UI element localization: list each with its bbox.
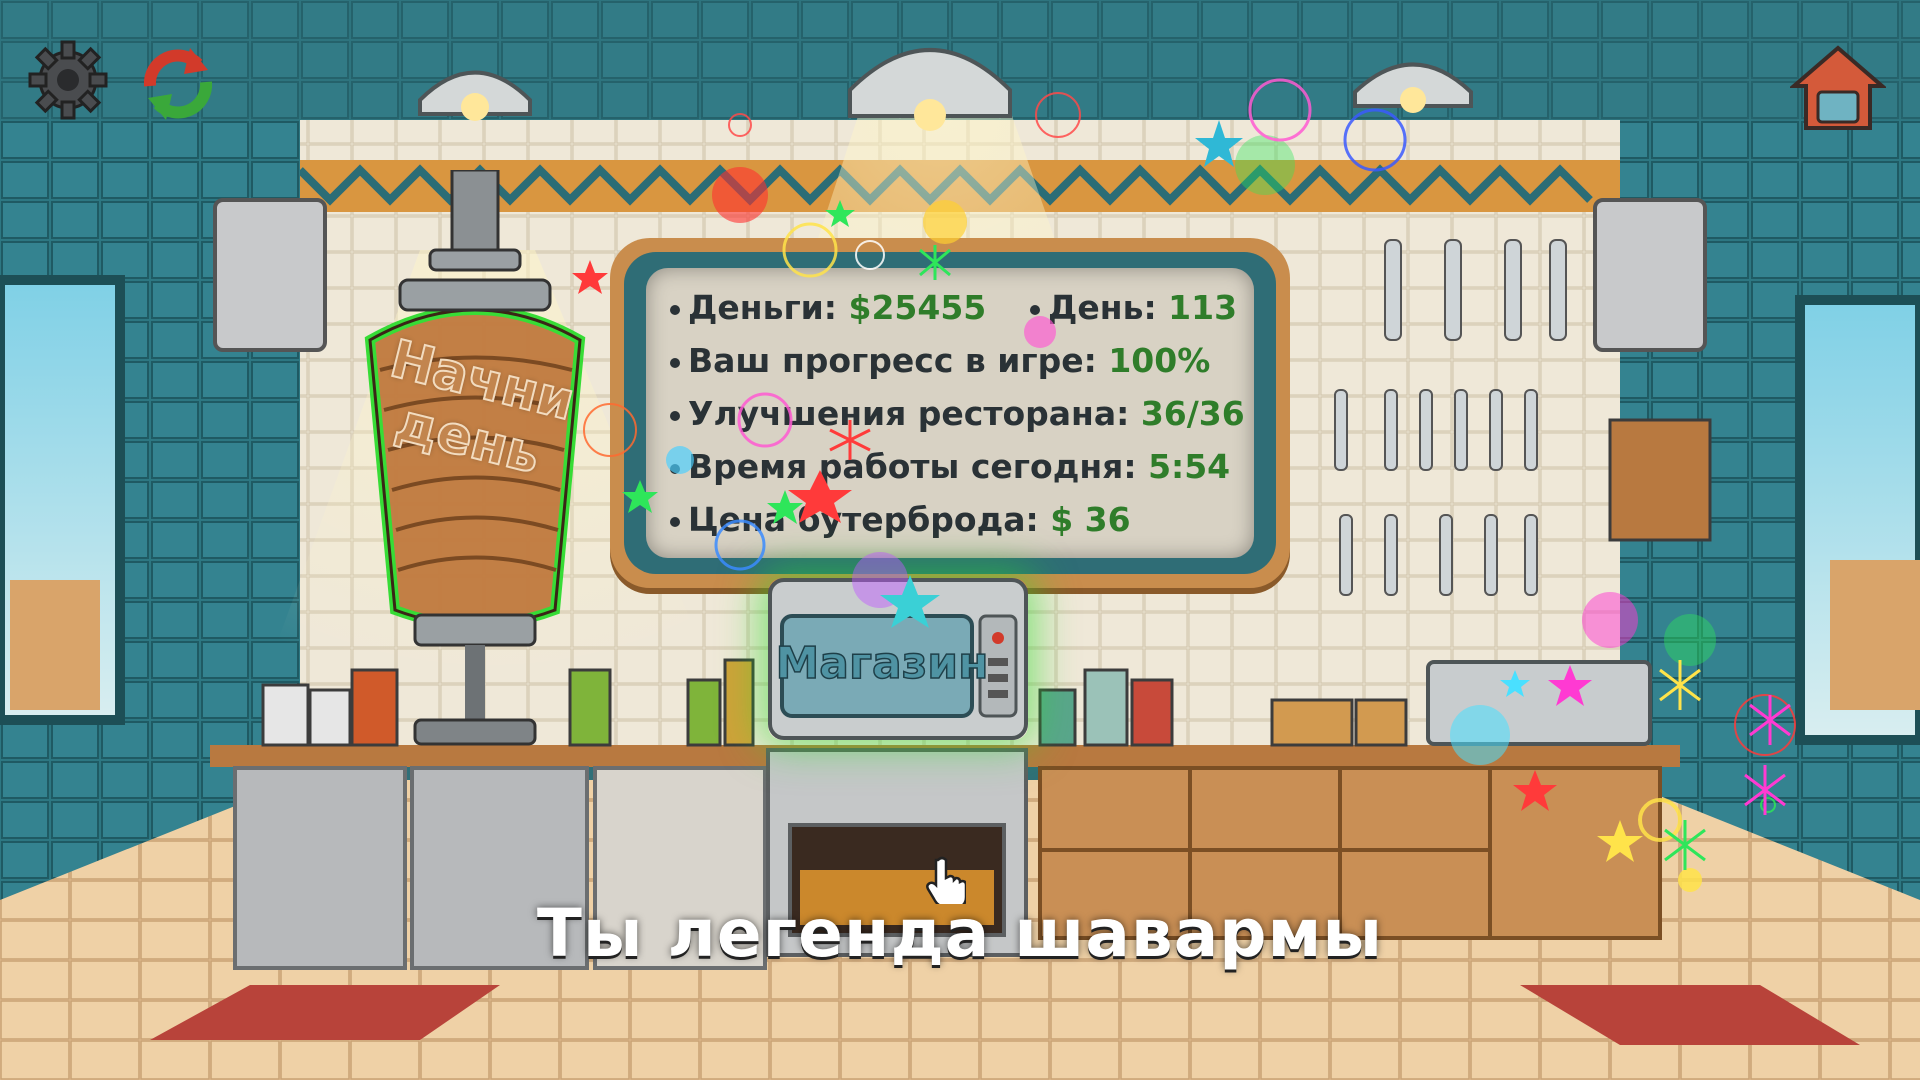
stat-price-label: Цена бутерброда: bbox=[688, 500, 1039, 539]
shop-button[interactable]: Магазин bbox=[768, 578, 1028, 740]
stat-money-label: Деньги: bbox=[688, 288, 837, 327]
settings-button[interactable] bbox=[26, 38, 110, 122]
start-day-button[interactable]: Начни день bbox=[360, 168, 590, 750]
restart-button[interactable] bbox=[136, 42, 220, 126]
stat-worktime: Время работы сегодня: 5:54 bbox=[670, 447, 1230, 486]
stat-worktime-label: Время работы сегодня: bbox=[688, 447, 1137, 486]
stat-money: Деньги: $25455 bbox=[670, 288, 986, 327]
refresh-icon bbox=[143, 48, 213, 120]
stats-board: Деньги: $25455 День: 113 Ваш прогресс в … bbox=[610, 238, 1290, 588]
stat-upgrades-label: Улучшения ресторана: bbox=[688, 394, 1130, 433]
gear-icon bbox=[28, 40, 108, 120]
stat-price: Цена бутерброда: $ 36 bbox=[670, 500, 1131, 539]
stat-worktime-value: 5:54 bbox=[1148, 447, 1231, 486]
stat-day: День: 113 bbox=[1030, 288, 1237, 327]
stat-progress: Ваш прогресс в игре: 100% bbox=[670, 341, 1210, 380]
stat-upgrades: Улучшения ресторана: 36/36 bbox=[670, 394, 1245, 433]
stat-day-label: День: bbox=[1048, 288, 1157, 327]
stat-day-value: 113 bbox=[1168, 288, 1238, 327]
caption-text: Ты легенда шавармы bbox=[536, 895, 1384, 972]
shop-label: Магазин bbox=[775, 637, 989, 690]
stat-upgrades-value: 36/36 bbox=[1140, 394, 1245, 433]
stat-price-value: $ 36 bbox=[1050, 500, 1131, 539]
hand-cursor-icon bbox=[926, 856, 966, 904]
stat-progress-value: 100% bbox=[1108, 341, 1211, 380]
stat-progress-label: Ваш прогресс в игре: bbox=[688, 341, 1097, 380]
stat-money-value: $25455 bbox=[848, 288, 987, 327]
home-button[interactable] bbox=[1788, 44, 1888, 134]
home-icon bbox=[1788, 45, 1888, 130]
